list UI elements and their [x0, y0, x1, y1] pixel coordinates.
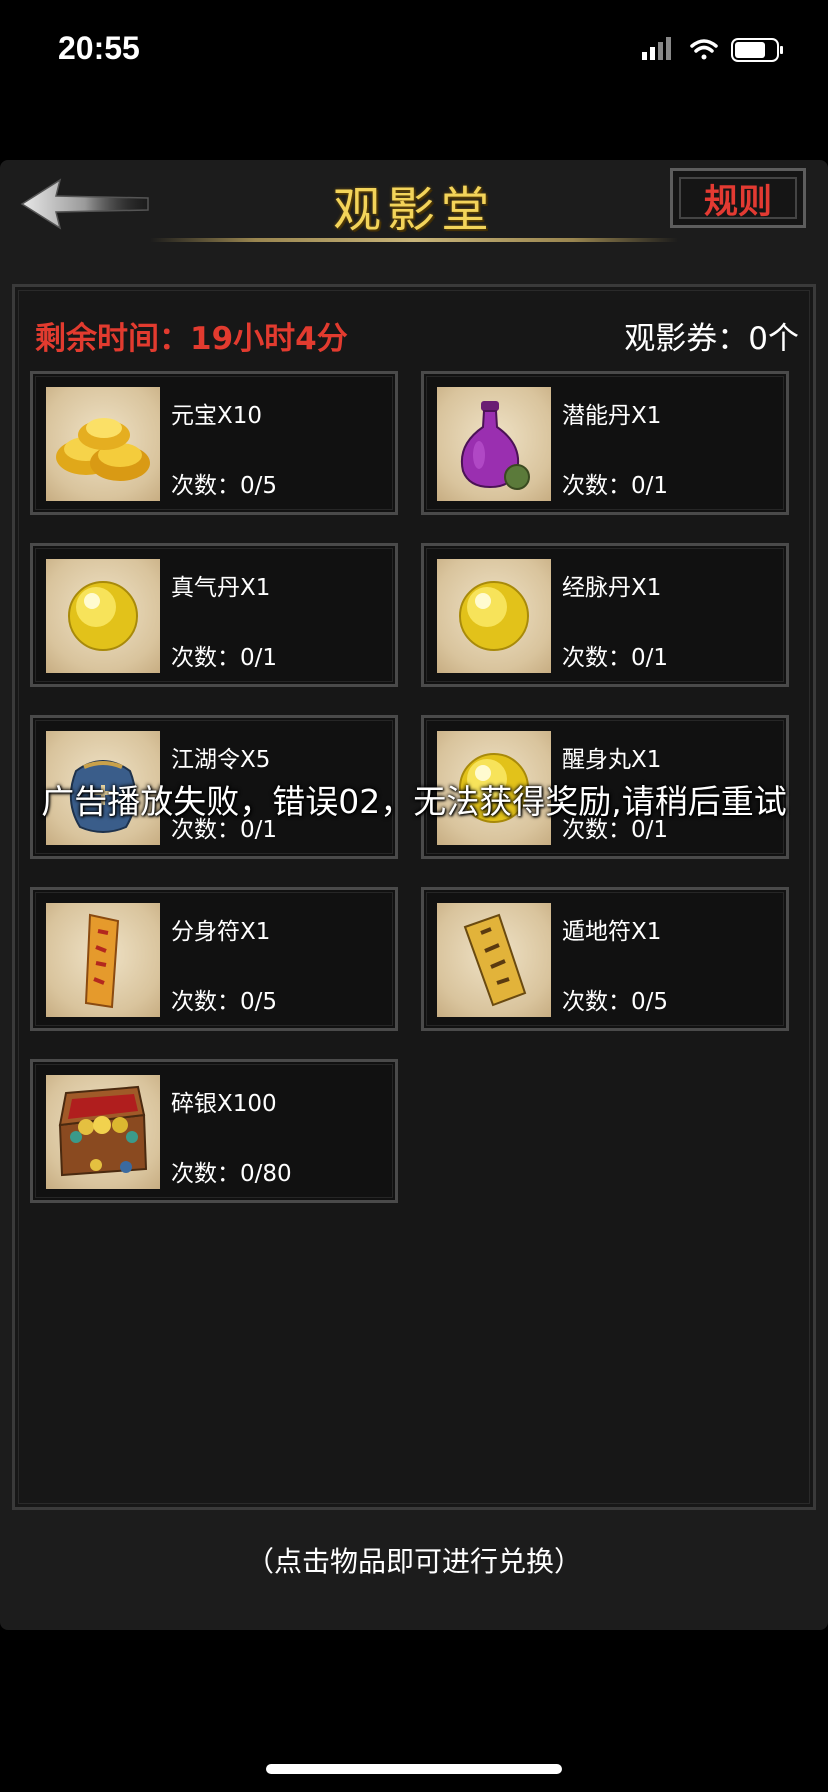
item-count: 次数：0/80 [171, 1161, 292, 1187]
item-name: 分身符X1 [171, 919, 271, 945]
error-toast: 广告播放失败，错误02，无法获得奖励,请稍后重试 [41, 782, 787, 821]
status-time: 20:55 [58, 30, 140, 66]
item-card[interactable]: 遁地符X1 次数：0/5 [421, 887, 789, 1031]
yellow-pill-icon [437, 559, 551, 673]
item-count: 次数：0/5 [562, 989, 669, 1015]
item-card[interactable]: 分身符X1 次数：0/5 [30, 887, 398, 1031]
treasure-chest-icon [46, 1075, 160, 1189]
gold-ingot-icon [46, 387, 160, 501]
talisman-icon [437, 903, 551, 1017]
item-count: 次数：0/5 [171, 473, 278, 499]
item-card[interactable]: 碎银X100 次数：0/80 [30, 1059, 398, 1203]
exchange-hint: （点击物品即可进行兑换） [245, 1545, 582, 1578]
remaining-time: 剩余时间：19小时4分 [35, 321, 348, 357]
home-indicator[interactable] [266, 1764, 562, 1774]
item-card[interactable]: 经脉丹X1 次数：0/1 [421, 543, 789, 687]
title-divider [150, 238, 678, 242]
battery-icon [731, 38, 783, 62]
rules-button-label: 规则 [704, 182, 772, 222]
item-card[interactable]: 真气丹X1 次数：0/1 [30, 543, 398, 687]
signal-icon [642, 37, 671, 60]
item-list-area: 剩余时间：19小时4分 观影券：0个 元宝X10 次数：0/5 潜能丹X1 次数… [12, 284, 816, 1510]
item-card[interactable]: 潜能丹X1 次数：0/1 [421, 371, 789, 515]
item-name: 江湖令X5 [171, 747, 271, 773]
status-bar: 20:55 [0, 0, 828, 100]
item-name: 醒身丸X1 [562, 747, 662, 773]
item-name: 元宝X10 [171, 403, 263, 429]
ticket-count: 观影券：0个 [624, 321, 799, 357]
header: 观影堂 规则 [0, 160, 828, 260]
item-name: 潜能丹X1 [562, 403, 662, 429]
yellow-pill-icon [46, 559, 160, 673]
item-name: 遁地符X1 [562, 919, 662, 945]
item-count: 次数：0/1 [171, 645, 278, 671]
status-icons [642, 36, 792, 66]
item-card[interactable]: 元宝X10 次数：0/5 [30, 371, 398, 515]
item-name: 真气丹X1 [171, 575, 271, 601]
exchange-panel: 观影堂 规则 剩余时间：19小时4分 观影券：0个 元宝X10 次数：0/5 潜… [0, 160, 828, 1630]
potion-vase-icon [437, 387, 551, 501]
item-count: 次数：0/1 [562, 473, 669, 499]
talisman-icon [46, 903, 160, 1017]
item-name: 碎银X100 [171, 1091, 277, 1117]
item-name: 经脉丹X1 [562, 575, 662, 601]
rules-button[interactable]: 规则 [670, 168, 806, 228]
wifi-icon [690, 39, 718, 60]
item-count: 次数：0/1 [562, 645, 669, 671]
item-count: 次数：0/5 [171, 989, 278, 1015]
